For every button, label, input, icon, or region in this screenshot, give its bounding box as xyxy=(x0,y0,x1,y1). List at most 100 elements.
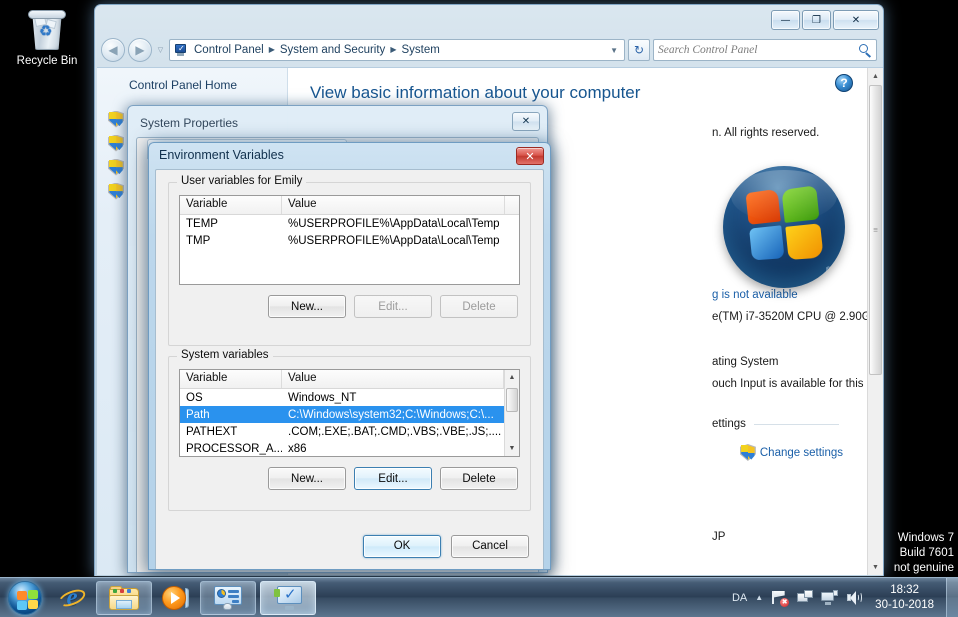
ok-label: OK xyxy=(393,540,411,552)
shield-icon xyxy=(739,444,756,461)
table-row[interactable]: OS Windows_NT xyxy=(180,389,504,406)
registered-mark: ® xyxy=(825,267,831,274)
scroll-down-icon[interactable]: ▼ xyxy=(868,559,883,575)
power-icon[interactable] xyxy=(821,589,839,606)
desktop-icon-recycle-bin[interactable]: ♻ Recycle Bin xyxy=(8,8,86,68)
cell-variable: TEMP xyxy=(186,217,218,230)
user-variables-list[interactable]: Variable Value TEMP %USERPROFILE%\AppDat… xyxy=(179,195,520,285)
breadcrumb-separator-icon: ▶ xyxy=(390,45,397,54)
forward-arrow-icon: ▶ xyxy=(135,43,145,57)
dialog-footer: OK Cancel xyxy=(156,523,543,569)
action-center-flag-icon[interactable]: ✖ xyxy=(771,590,790,607)
table-row[interactable]: TEMP %USERPROFILE%\AppData\Local\Temp xyxy=(180,215,519,232)
maximize-icon: ❐ xyxy=(812,14,821,26)
language-indicator[interactable]: DA xyxy=(732,592,747,604)
environment-variables-titlebar[interactable]: Environment Variables ✕ xyxy=(149,143,550,169)
user-variables-header: Variable Value xyxy=(180,196,519,215)
address-dropdown-icon[interactable]: ▼ xyxy=(606,46,622,55)
ok-button[interactable]: OK xyxy=(363,534,441,558)
search-input[interactable]: Search Control Panel xyxy=(653,39,877,61)
forward-button[interactable]: ▶ xyxy=(128,38,152,62)
windows-logo: ® xyxy=(723,166,845,288)
column-header-value[interactable]: Value xyxy=(282,370,504,388)
system-variables-rows: OS Windows_NT Path C:\Windows\system32;C… xyxy=(180,389,519,456)
column-header-variable[interactable]: Variable xyxy=(180,196,282,214)
system-variables-list[interactable]: Variable Value OS Windows_NT Path C:\Win… xyxy=(179,369,520,457)
breadcrumb-system[interactable]: System xyxy=(398,44,442,56)
volume-icon[interactable] xyxy=(846,590,863,606)
table-row-selected[interactable]: Path C:\Windows\system32;C:\Windows;C:\.… xyxy=(180,406,504,423)
taskbar-item-windows-explorer[interactable] xyxy=(96,580,152,615)
environment-variables-body: User variables for Emily Variable Value … xyxy=(155,169,544,569)
shield-icon xyxy=(108,182,124,200)
refresh-button[interactable]: ↻ xyxy=(628,39,650,61)
scrollbar-grip-icon: ≡ xyxy=(873,225,878,235)
minimize-icon: — xyxy=(780,14,791,26)
show-hidden-icons-button[interactable]: ▲ xyxy=(755,593,763,602)
column-header-value[interactable]: Value xyxy=(282,196,505,214)
column-header-variable[interactable]: Variable xyxy=(180,370,282,388)
windows-start-orb-icon xyxy=(8,580,42,615)
environment-variables-dialog: Environment Variables ✕ User variables f… xyxy=(148,142,551,570)
cancel-button[interactable]: Cancel xyxy=(451,534,529,558)
taskbar-item-system-properties[interactable]: ✓ xyxy=(260,580,316,615)
address-bar[interactable]: ✓ Control Panel ▶ System and Security ▶ … xyxy=(169,39,625,61)
user-edit-button: Edit... xyxy=(354,295,432,318)
taskbar-item-control-panel[interactable] xyxy=(200,580,256,615)
back-button[interactable]: ◀ xyxy=(101,38,125,62)
breadcrumb-control-panel[interactable]: Control Panel xyxy=(191,44,267,56)
system-edit-button[interactable]: Edit... xyxy=(354,467,432,490)
breadcrumb-system-and-security[interactable]: System and Security xyxy=(277,44,388,56)
pen-and-touch-line: ouch Input is available for this Display xyxy=(712,378,883,390)
table-row[interactable]: PATHEXT .COM;.EXE;.BAT;.CMD;.VBS;.VBE;.J… xyxy=(180,423,504,440)
scrollbar-thumb[interactable] xyxy=(506,388,518,412)
system-variables-buttons: New... Edit... Delete xyxy=(179,467,520,490)
user-delete-button: Delete xyxy=(440,295,518,318)
desktop: ♻ Recycle Bin — ❐ ✕ ◀ ▶ ▽ ✓ Control Pane… xyxy=(0,0,958,617)
scrollbar-thumb[interactable]: ≡ xyxy=(869,85,882,375)
settings-section-header: ettings xyxy=(712,415,839,433)
clock-date: 30-10-2018 xyxy=(875,598,934,611)
cell-value: .COM;.EXE;.BAT;.CMD;.VBS;.VBE;.JS;.... xyxy=(288,425,502,438)
user-delete-label: Delete xyxy=(462,300,496,313)
table-row[interactable]: TMP %USERPROFILE%\AppData\Local\Temp xyxy=(180,232,519,249)
system-properties-close-button[interactable]: ✕ xyxy=(512,112,540,131)
taskbar-item-windows-media-player[interactable] xyxy=(156,581,196,615)
system-edit-label: Edit... xyxy=(378,472,408,485)
start-button[interactable] xyxy=(2,579,48,617)
cell-variable: PROCESSOR_A... xyxy=(186,442,282,455)
activation-line-1: Windows 7 xyxy=(897,532,954,544)
system-delete-button[interactable]: Delete xyxy=(440,467,518,490)
system-tray: DA ▲ ✖ 18:32 30-10-2018 xyxy=(732,578,944,617)
cell-value: C:\Windows\system32;C:\Windows;C:\... xyxy=(288,408,494,421)
table-row[interactable]: PROCESSOR_A... x86 xyxy=(180,440,504,456)
scroll-down-icon[interactable]: ▼ xyxy=(505,441,519,456)
scroll-up-icon[interactable]: ▲ xyxy=(505,370,519,385)
user-edit-label: Edit... xyxy=(378,300,408,313)
help-icon[interactable]: ? xyxy=(835,74,853,92)
control-panel-titlebar[interactable]: — ❐ ✕ xyxy=(95,5,883,33)
sidebar-item-control-panel-home[interactable]: Control Panel Home xyxy=(97,76,287,94)
system-new-label: New... xyxy=(291,472,323,485)
system-new-button[interactable]: New... xyxy=(268,467,346,490)
taskbar-item-internet-explorer[interactable]: e xyxy=(52,581,92,615)
user-new-button[interactable]: New... xyxy=(268,295,346,318)
scroll-up-icon[interactable]: ▲ xyxy=(868,68,883,84)
user-new-label: New... xyxy=(291,300,323,313)
environment-variables-close-button[interactable]: ✕ xyxy=(516,147,544,165)
system-properties-icon: ✓ xyxy=(273,585,303,610)
content-scrollbar[interactable]: ▲ ≡ ▼ xyxy=(867,68,883,575)
control-panel-navbar: ◀ ▶ ▽ ✓ Control Panel ▶ System and Secur… xyxy=(95,33,883,67)
activation-line-2: Build 7601 xyxy=(899,547,954,559)
clock[interactable]: 18:32 30-10-2018 xyxy=(871,583,938,613)
system-variables-scrollbar[interactable]: ▲ ▼ xyxy=(504,370,519,456)
minimize-button[interactable]: — xyxy=(771,10,800,30)
close-button[interactable]: ✕ xyxy=(833,10,879,30)
network-icon[interactable] xyxy=(796,589,814,606)
maximize-button[interactable]: ❐ xyxy=(802,10,831,30)
recent-pages-button[interactable]: ▽ xyxy=(155,46,166,54)
show-desktop-button[interactable] xyxy=(946,577,958,617)
change-settings-link[interactable]: Change settings xyxy=(739,444,843,461)
control-panel-icon: ✓ xyxy=(173,43,188,57)
cell-variable: Path xyxy=(186,408,210,421)
